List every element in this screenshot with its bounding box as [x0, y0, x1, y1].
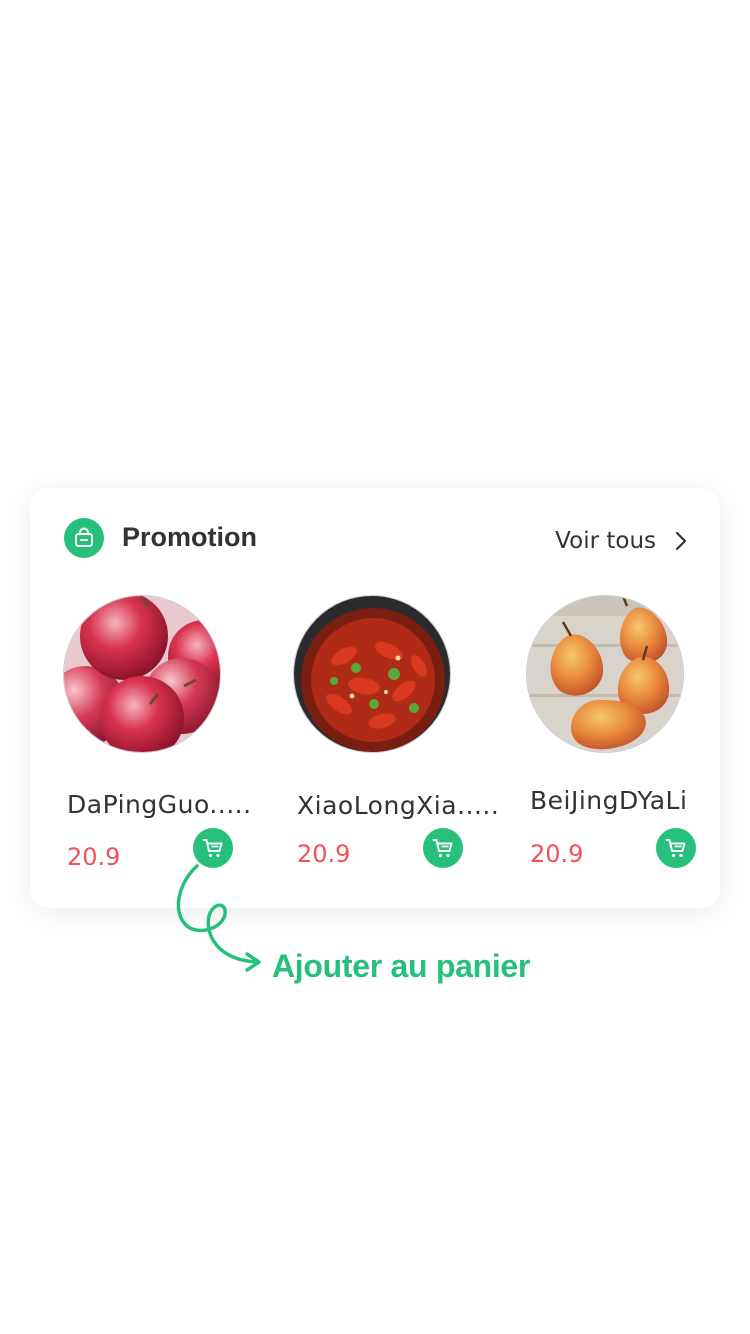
product-name: XiaoLongXia.....: [297, 791, 500, 820]
product-card[interactable]: DaPingGuo..... 20.9: [63, 595, 263, 875]
cart-icon: [432, 839, 453, 858]
see-all-label: Voir tous: [555, 528, 656, 554]
promotion-card: Promotion Voir tous DaPingGuo..... 20.9 …: [30, 488, 720, 908]
product-name: DaPingGuo.....: [67, 790, 252, 819]
curved-arrow-icon: [176, 864, 261, 972]
see-all-link[interactable]: Voir tous: [555, 528, 692, 554]
product-image-apples[interactable]: [63, 595, 221, 753]
product-price: 20.9: [297, 840, 351, 868]
product-price: 20.9: [67, 843, 121, 871]
cart-icon: [665, 839, 686, 858]
page: Promotion Voir tous DaPingGuo..... 20.9 …: [0, 0, 750, 1334]
add-to-cart-button[interactable]: [423, 828, 463, 868]
product-card[interactable]: XiaoLongXia..... 20.9: [293, 595, 499, 875]
product-price: 20.9: [530, 840, 584, 868]
shopping-bag-icon: [64, 518, 104, 558]
product-image-pears[interactable]: [526, 595, 684, 753]
section-title: Promotion: [122, 522, 257, 552]
annotation-label: Ajouter au panier: [272, 948, 531, 984]
chevron-right-icon: [675, 531, 687, 551]
product-image-crayfish[interactable]: [293, 595, 451, 753]
cart-icon: [202, 839, 223, 858]
product-name: BeiJingDYaLi: [530, 786, 688, 815]
product-card[interactable]: BeiJingDYaLi 20.9: [526, 595, 726, 875]
add-to-cart-button[interactable]: [656, 828, 696, 868]
